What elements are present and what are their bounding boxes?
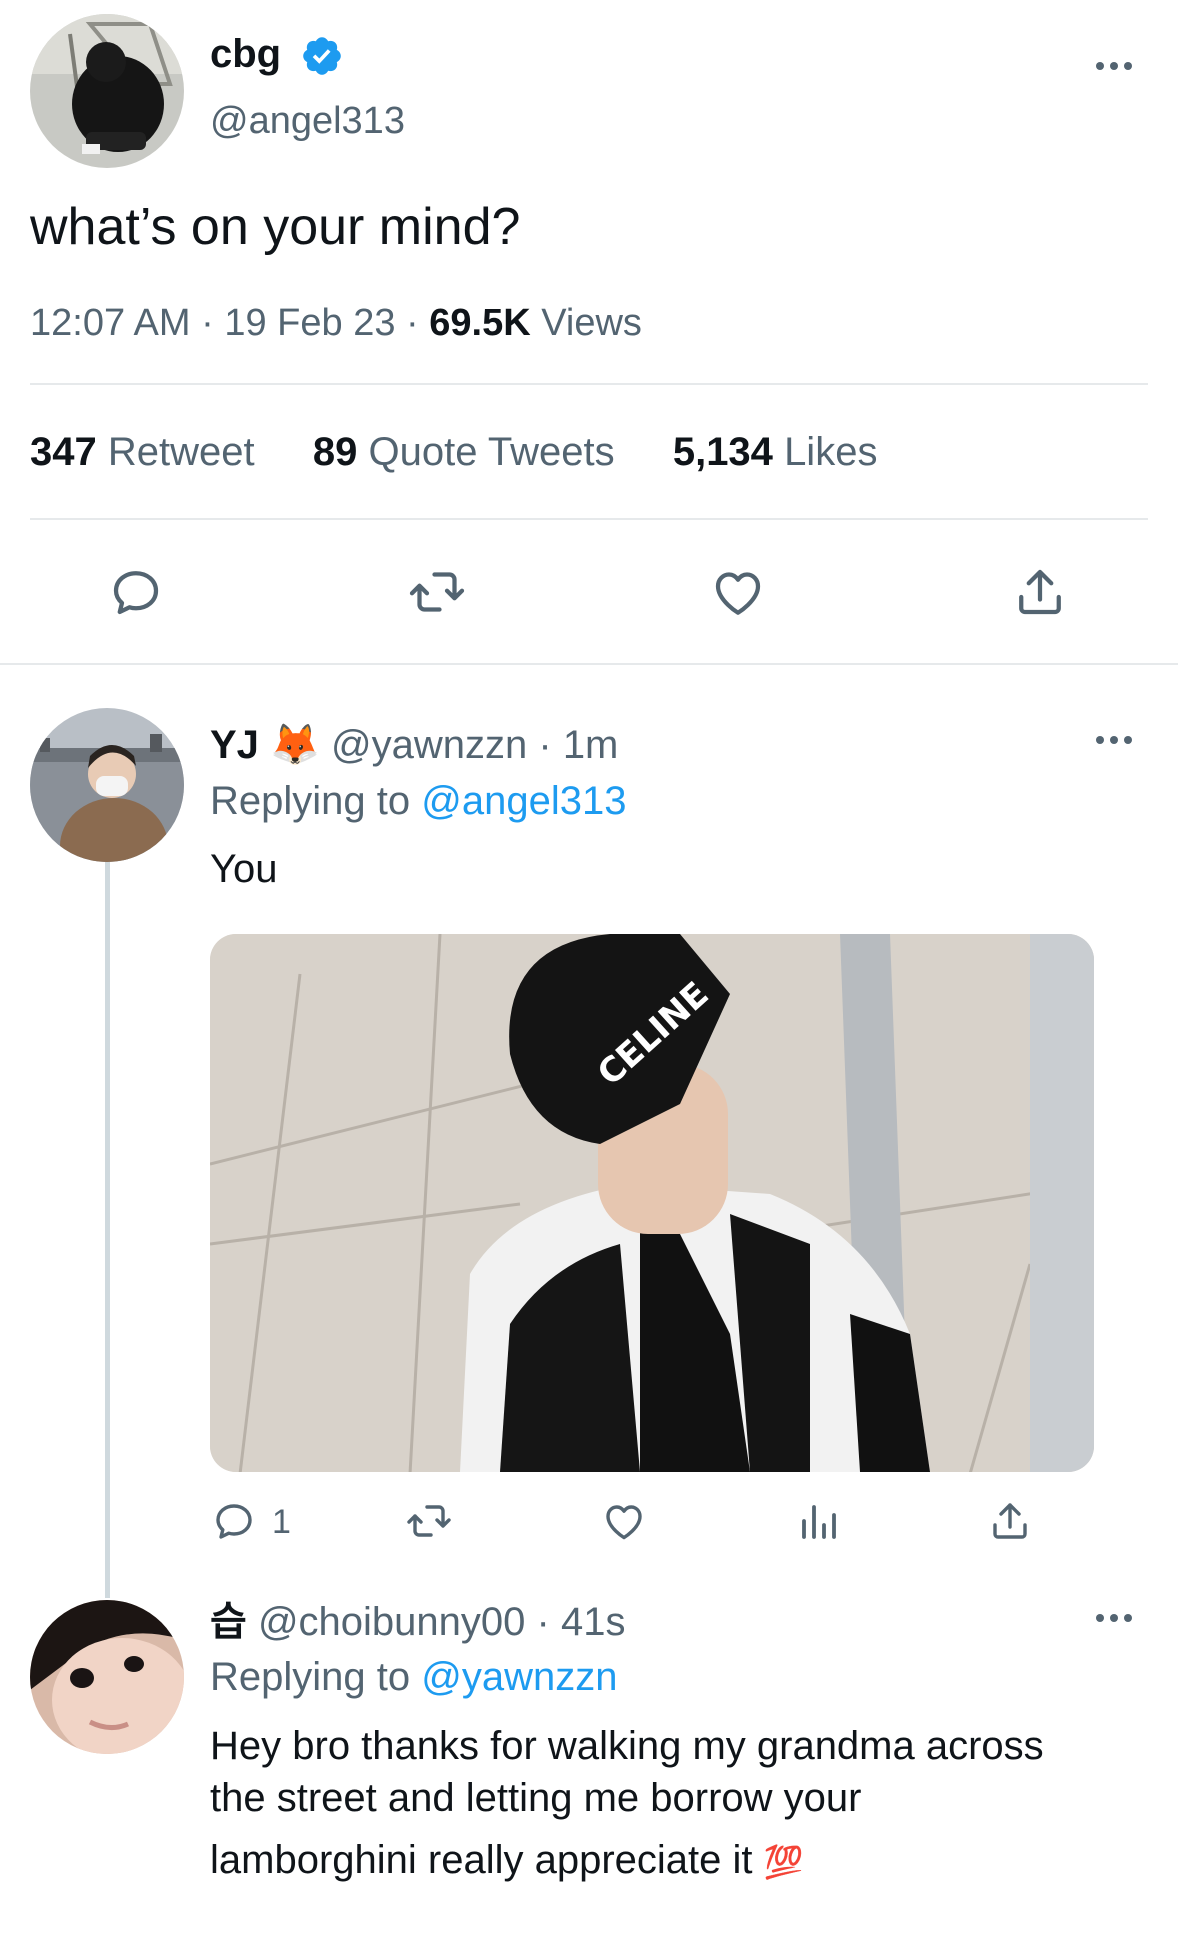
- likes-count: 5,134: [672, 430, 773, 474]
- reply-avatar[interactable]: [30, 708, 184, 862]
- replying-prefix: Replying to: [210, 1655, 411, 1699]
- author-handle[interactable]: @angel313: [210, 98, 405, 144]
- reply-time[interactable]: 1m: [563, 723, 619, 767]
- reply-count: 1: [272, 1503, 291, 1541]
- reply-avatar[interactable]: [30, 1600, 184, 1754]
- reply-text: You: [210, 847, 278, 891]
- share-icon[interactable]: [1010, 562, 1070, 622]
- like-icon[interactable]: [708, 562, 768, 622]
- more-icon[interactable]: [1096, 736, 1132, 744]
- share-icon[interactable]: [986, 1497, 1034, 1545]
- reply-text: Hey bro thanks for walking my grandma ac…: [210, 1720, 1044, 1888]
- retweet-icon[interactable]: [404, 1497, 454, 1545]
- divider: [30, 518, 1148, 520]
- retweets-stat[interactable]: 347 Retweet: [30, 430, 255, 474]
- fox-emoji: 🦊: [270, 723, 320, 767]
- tweet-stats: 347 Retweet 89 Quote Tweets 5,134 Likes: [30, 428, 877, 476]
- quotes-count: 89: [312, 430, 358, 474]
- reply-handle[interactable]: @yawnzzn: [331, 723, 527, 767]
- quotes-label: Quote Tweets: [368, 430, 615, 474]
- section-divider: [0, 663, 1178, 665]
- reply-text-line-end: lamborghini really appreciate it: [210, 1838, 753, 1882]
- retweets-count: 347: [30, 430, 97, 474]
- more-icon[interactable]: [1096, 62, 1132, 70]
- reply-display-name[interactable]: YJ: [210, 723, 259, 767]
- tweet-time: 12:07 AM: [30, 302, 191, 344]
- replying-handle-link[interactable]: @yawnzzn: [421, 1655, 617, 1699]
- quotes-stat[interactable]: 89 Quote Tweets: [313, 430, 615, 474]
- reply-icon[interactable]: [210, 1497, 258, 1545]
- reply-text-line: the street and letting me borrow your: [210, 1776, 862, 1820]
- retweet-icon[interactable]: [406, 562, 468, 622]
- thread-line: [105, 862, 110, 1598]
- replying-handle-link[interactable]: @angel313: [421, 779, 626, 823]
- replying-prefix: Replying to: [210, 779, 411, 823]
- divider: [30, 383, 1148, 385]
- reply-time[interactable]: 41s: [561, 1600, 626, 1644]
- reply-handle[interactable]: @choibunny00: [258, 1600, 525, 1644]
- reply-text-line: Hey bro thanks for walking my grandma ac…: [210, 1724, 1044, 1768]
- views-label: Views: [541, 302, 642, 344]
- meta-separator: ·: [201, 302, 214, 344]
- more-icon[interactable]: [1096, 1614, 1132, 1622]
- analytics-icon[interactable]: [794, 1497, 842, 1545]
- meta-separator: ·: [406, 302, 419, 344]
- tweet-text: what’s on your mind?: [30, 198, 521, 256]
- reply-photo[interactable]: CELINE: [210, 934, 1094, 1472]
- reply-header: 습 @choibunny00 · 41s: [210, 1597, 625, 1647]
- meta-separator: ·: [538, 723, 552, 767]
- replying-to: Replying to @yawnzzn: [210, 1652, 617, 1702]
- like-icon[interactable]: [600, 1497, 648, 1545]
- retweets-label: Retweet: [107, 430, 255, 474]
- reply-header: YJ 🦊 @yawnzzn · 1m: [210, 720, 618, 770]
- tweet-date: 19 Feb 23: [224, 302, 396, 344]
- author-display-name[interactable]: cbg: [210, 30, 281, 78]
- reply-icon[interactable]: [106, 562, 166, 622]
- hundred-emoji: 💯: [763, 1844, 804, 1880]
- meta-separator: ·: [536, 1600, 550, 1644]
- reply-text-line: lamborghini really appreciate it 💯: [210, 1834, 1044, 1888]
- views-count: 69.5K: [429, 302, 531, 344]
- likes-stat[interactable]: 5,134 Likes: [673, 430, 878, 474]
- verified-badge-icon: [300, 34, 344, 78]
- author-avatar[interactable]: [30, 14, 184, 168]
- likes-label: Likes: [784, 430, 878, 474]
- replying-to: Replying to @angel313: [210, 776, 626, 826]
- reply-display-name[interactable]: 습: [210, 1600, 247, 1644]
- tweet-meta: 12:07 AM · 19 Feb 23 · 69.5K Views: [30, 300, 642, 346]
